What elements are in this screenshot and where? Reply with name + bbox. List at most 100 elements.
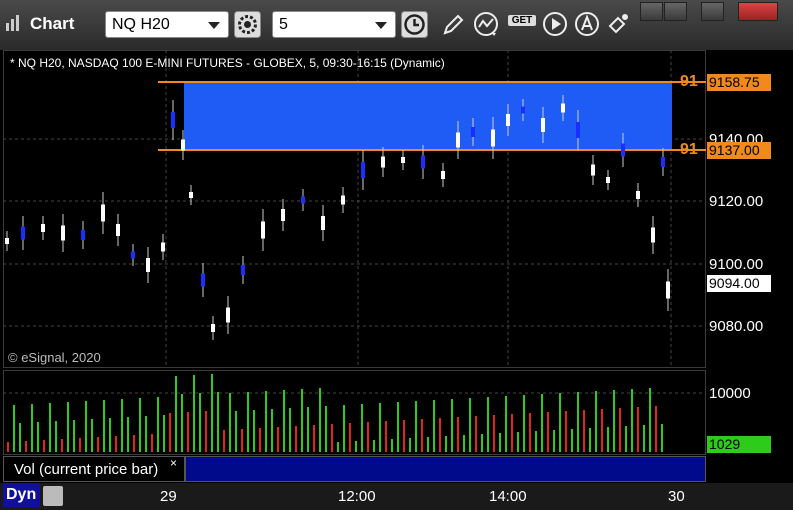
interval-dropdown[interactable]: 5	[272, 11, 396, 38]
volume-bar	[463, 435, 465, 452]
volume-bar	[127, 417, 129, 452]
candle-body	[101, 204, 105, 222]
volume-bar	[79, 438, 81, 452]
candle-body	[561, 103, 565, 113]
volume-bar	[661, 424, 663, 452]
clock-icon[interactable]	[401, 11, 428, 38]
volume-bar	[115, 436, 117, 452]
volume-bar	[55, 421, 57, 452]
volume-bar	[313, 425, 315, 452]
restore-button[interactable]	[664, 2, 687, 21]
chart-app-icon	[6, 15, 19, 31]
volume-bar	[379, 403, 381, 452]
volume-bar	[571, 429, 573, 452]
volume-bar	[415, 401, 417, 452]
volume-bar	[19, 423, 21, 452]
upper-line-price-tag: 9158.75	[707, 74, 771, 91]
volume-bar	[7, 442, 9, 452]
price-chart-svg	[3, 50, 706, 368]
volume-bar	[217, 392, 219, 452]
volume-bar	[331, 424, 333, 452]
get-data-button[interactable]: GET	[508, 11, 536, 38]
close-study-icon[interactable]: ×	[170, 456, 177, 470]
volume-bar	[103, 400, 105, 452]
alert-icon[interactable]	[574, 11, 601, 38]
volume-bar	[397, 402, 399, 452]
volume-bar	[157, 397, 159, 452]
volume-bar	[229, 393, 231, 452]
volume-bar	[433, 400, 435, 452]
volume-bar	[367, 422, 369, 452]
chart-description: * NQ H20, NASDAQ 100 E-MINI FUTURES - GL…	[10, 56, 445, 70]
volume-bar	[385, 421, 387, 452]
upper-line-label: 91	[680, 73, 698, 90]
volume-bar	[301, 389, 303, 452]
volume-bar	[43, 440, 45, 452]
candle-body	[606, 177, 610, 183]
volume-bar	[223, 430, 225, 452]
chevron-down-icon	[375, 22, 387, 29]
volume-bar	[541, 394, 543, 452]
volume-bar	[565, 411, 567, 452]
volume-bar	[577, 392, 579, 452]
volume-bar	[145, 416, 147, 452]
volume-bar	[181, 394, 183, 452]
time-label: 12:00	[338, 488, 376, 505]
time-label: 14:00	[489, 488, 527, 505]
maximize-button[interactable]	[701, 2, 724, 21]
volume-bar	[199, 393, 201, 452]
candle-body	[61, 225, 65, 241]
candle-body	[261, 221, 265, 239]
study-label: Vol (current price bar)	[14, 461, 159, 478]
volume-bar	[211, 374, 213, 452]
volume-bar	[67, 402, 69, 452]
candle-body	[301, 196, 305, 204]
symbol-value: NQ H20	[112, 16, 170, 33]
candle-body	[456, 132, 460, 148]
volume-bar	[91, 419, 93, 452]
candle-body	[441, 171, 445, 179]
volume-bar	[427, 437, 429, 452]
volume-bar	[619, 408, 621, 452]
candle-body	[281, 209, 285, 221]
volume-bar	[643, 425, 645, 452]
volume-bar	[511, 414, 513, 452]
volume-bar	[637, 407, 639, 452]
price-axis-label: 9120.00	[709, 193, 764, 210]
volume-bar	[85, 401, 87, 452]
volume-bar	[319, 388, 321, 452]
candle-body	[41, 224, 45, 232]
volume-bar	[325, 406, 327, 452]
symbol-dropdown[interactable]: NQ H20	[105, 11, 229, 38]
study-strip	[185, 456, 706, 482]
settings-gear-icon[interactable]	[234, 11, 261, 38]
volume-bar	[205, 411, 207, 452]
range-fill	[184, 82, 672, 150]
study-label-box[interactable]: Vol (current price bar)	[3, 456, 185, 482]
candle-body	[651, 227, 655, 243]
price-axis-label: 9080.00	[709, 318, 764, 335]
candle-body	[591, 164, 595, 176]
dynamic-mode-button[interactable]: Dyn	[3, 483, 40, 507]
candle-body	[471, 127, 475, 137]
close-button[interactable]	[738, 2, 778, 21]
pencil-draw-icon[interactable]	[440, 11, 467, 38]
volume-bar	[421, 419, 423, 452]
volume-bar	[625, 426, 627, 452]
volume-bar	[337, 442, 339, 452]
volume-svg	[3, 374, 706, 452]
play-icon[interactable]	[542, 11, 569, 38]
volume-bar	[445, 436, 447, 452]
volume-bar	[139, 398, 141, 452]
title-bar: Chart NQ H20 5 GET	[0, 0, 793, 50]
minimize-button[interactable]	[640, 2, 663, 21]
volume-bar	[409, 438, 411, 452]
lock-icon[interactable]	[43, 486, 63, 506]
candle-body	[636, 191, 640, 199]
studies-icon[interactable]	[473, 11, 500, 38]
link-icon[interactable]	[605, 11, 632, 38]
volume-bar	[535, 431, 537, 452]
candle-body	[211, 324, 215, 332]
volume-bar	[607, 427, 609, 452]
candle-body	[146, 258, 150, 272]
